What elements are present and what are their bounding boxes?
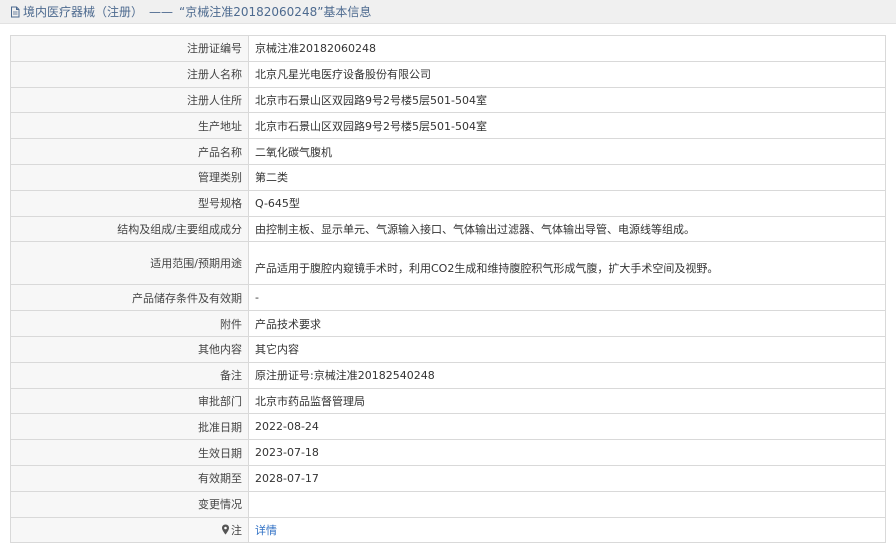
document-icon xyxy=(11,6,20,17)
row-value: 其它内容 xyxy=(248,335,886,363)
table-row: 有效期至 2028-07-17 xyxy=(10,464,886,492)
row-value: 产品适用于腹腔内窥镜手术时，利用CO2生成和维持腹腔积气形成气腹，扩大手术空间及… xyxy=(248,241,886,286)
row-value: 产品技术要求 xyxy=(248,310,886,337)
detail-link[interactable]: 详情 xyxy=(255,524,277,537)
row-value: 北京市石景山区双园路9号2号楼5层501-504室 xyxy=(248,86,886,114)
device-info-table: 注册证编号 京械注准20182060248 注册人名称 北京凡星光电医疗设备股份… xyxy=(10,35,886,544)
table-row: 其他内容 其它内容 xyxy=(10,335,886,363)
row-label: 备注 xyxy=(10,361,249,389)
page-header: 境内医疗器械（注册） —— “京械注准20182060248”基本信息 xyxy=(0,0,896,24)
table-row: 结构及组成/主要组成成分 由控制主板、显示单元、气源输入接口、气体输出过滤器、气… xyxy=(10,215,886,243)
row-value: 2023-07-18 xyxy=(248,439,886,466)
note-label-cell: 注 xyxy=(10,516,249,544)
row-value: 第二类 xyxy=(248,163,886,191)
table-row: 适用范围/预期用途 产品适用于腹腔内窥镜手术时，利用CO2生成和维持腹腔积气形成… xyxy=(10,241,886,286)
row-label: 生产地址 xyxy=(10,112,249,140)
note-label: 注 xyxy=(231,523,242,537)
row-label: 附件 xyxy=(10,310,249,337)
row-label: 产品名称 xyxy=(10,138,249,165)
note-row: 注 详情 xyxy=(10,516,886,544)
row-value: 2028-07-17 xyxy=(248,464,886,492)
row-label: 注册人名称 xyxy=(10,60,249,88)
row-label: 注册人住所 xyxy=(10,86,249,114)
table-row: 批准日期 2022-08-24 xyxy=(10,413,886,441)
table-row: 注册人名称 北京凡星光电医疗设备股份有限公司 xyxy=(10,60,886,88)
row-value: Q-645型 xyxy=(248,189,886,217)
table-row: 生产地址 北京市石景山区双园路9号2号楼5层501-504室 xyxy=(10,112,886,140)
row-value: 北京市石景山区双园路9号2号楼5层501-504室 xyxy=(248,112,886,140)
row-label: 结构及组成/主要组成成分 xyxy=(10,215,249,243)
table-row: 注册人住所 北京市石景山区双园路9号2号楼5层501-504室 xyxy=(10,86,886,114)
header-title: “京械注准20182060248”基本信息 xyxy=(179,5,372,19)
table-row: 管理类别 第二类 xyxy=(10,163,886,191)
row-label: 批准日期 xyxy=(10,413,249,441)
row-value: 由控制主板、显示单元、气源输入接口、气体输出过滤器、气体输出导管、电源线等组成。 xyxy=(248,215,886,243)
row-label: 适用范围/预期用途 xyxy=(10,241,249,286)
row-value: 北京市药品监督管理局 xyxy=(248,387,886,415)
row-label: 注册证编号 xyxy=(10,35,249,62)
table-row: 附件 产品技术要求 xyxy=(10,310,886,337)
table-row: 产品名称 二氧化碳气腹机 xyxy=(10,138,886,165)
row-label: 变更情况 xyxy=(10,490,249,518)
row-label: 型号规格 xyxy=(10,189,249,217)
table-row: 审批部门 北京市药品监督管理局 xyxy=(10,387,886,415)
row-label: 其他内容 xyxy=(10,335,249,363)
row-value: 北京凡星光电医疗设备股份有限公司 xyxy=(248,60,886,88)
header-category: 境内医疗器械（注册） xyxy=(23,5,144,19)
row-label: 产品储存条件及有效期 xyxy=(10,284,249,312)
row-label: 审批部门 xyxy=(10,387,249,415)
table-row: 注册证编号 京械注准20182060248 xyxy=(10,35,886,62)
row-label: 有效期至 xyxy=(10,464,249,492)
table-row: 备注 原注册证号:京械注准20182540248 xyxy=(10,361,886,389)
table-row: 生效日期 2023-07-18 xyxy=(10,439,886,466)
row-label: 管理类别 xyxy=(10,163,249,191)
row-value: - xyxy=(248,284,886,312)
row-value: 二氧化碳气腹机 xyxy=(248,138,886,165)
note-value: 详情 xyxy=(248,516,886,544)
row-value xyxy=(248,490,886,518)
row-label: 生效日期 xyxy=(10,439,249,466)
map-pin-icon xyxy=(222,524,229,535)
row-value: 京械注准20182060248 xyxy=(248,35,886,62)
row-value: 2022-08-24 xyxy=(248,413,886,441)
row-value: 原注册证号:京械注准20182540248 xyxy=(248,361,886,389)
header-separator: —— xyxy=(149,4,174,19)
table-row: 型号规格 Q-645型 xyxy=(10,189,886,217)
table-row: 产品储存条件及有效期 - xyxy=(10,284,886,312)
table-row: 变更情况 xyxy=(10,490,886,518)
